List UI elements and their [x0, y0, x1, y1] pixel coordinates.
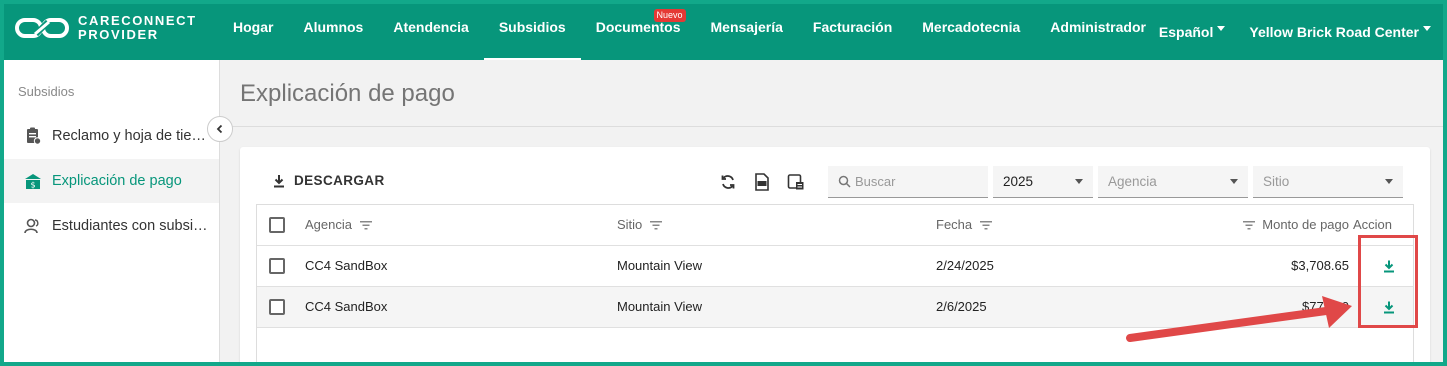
site-placeholder: Sitio — [1263, 174, 1290, 189]
divider — [221, 126, 1443, 127]
column-header-label: Monto de pago — [1262, 217, 1349, 232]
table-row: CC4 SandBox Mountain View 2/24/2025 $3,7… — [257, 246, 1413, 287]
center-label: Yellow Brick Road Center — [1249, 24, 1419, 40]
column-header-label: Fecha — [936, 217, 973, 232]
logo[interactable]: CARECONNECT PROVIDER — [14, 14, 197, 42]
nav-item-mensajeria[interactable]: Mensajería — [696, 4, 798, 60]
table-settings-icon — [787, 174, 804, 190]
refresh-button[interactable] — [718, 172, 738, 192]
logo-text: CARECONNECT PROVIDER — [78, 14, 197, 42]
cell-date: 2/6/2025 — [936, 299, 987, 314]
logo-line-1: CARECONNECT — [78, 13, 197, 28]
download-icon — [274, 174, 284, 187]
columns-button[interactable] — [786, 172, 806, 192]
cell-agency: CC4 SandBox — [305, 299, 388, 314]
app-window: CARECONNECT PROVIDER Hogar Alumnos Atend… — [4, 4, 1443, 362]
main-nav: Hogar Alumnos Atendencia Subsidios Docum… — [218, 4, 1161, 60]
chevron-down-icon — [1423, 25, 1431, 31]
sidebar-item-reclamo[interactable]: Reclamo y hoja de tie… — [4, 114, 219, 158]
cell-amount: $3,708.65 — [1291, 258, 1349, 273]
chevron-down-icon — [1385, 179, 1393, 184]
download-label: DESCARGAR — [294, 173, 385, 188]
nav-item-mercadotecnia[interactable]: Mercadotecnia — [907, 4, 1035, 60]
filter-icon — [1242, 221, 1255, 230]
search-icon — [838, 175, 851, 188]
language-label: Español — [1158, 24, 1214, 40]
sidebar-item-label: Explicación de pago — [52, 173, 182, 189]
new-badge: Nuevo — [653, 9, 686, 22]
export-csv-button[interactable] — [752, 172, 772, 192]
row-checkbox[interactable] — [269, 299, 285, 315]
students-icon — [24, 217, 42, 235]
search-field[interactable] — [828, 166, 988, 198]
nav-item-atendencia[interactable]: Atendencia — [378, 4, 483, 60]
logo-icon — [15, 18, 69, 38]
nav-item-alumnos[interactable]: Alumnos — [288, 4, 378, 60]
cell-date: 2/24/2025 — [936, 258, 994, 273]
top-navbar: CARECONNECT PROVIDER Hogar Alumnos Atend… — [4, 4, 1443, 60]
sidebar-item-estudiantes[interactable]: Estudiantes con subsi… — [4, 204, 219, 248]
year-select[interactable]: 2025 — [993, 166, 1093, 198]
sidebar-item-label: Estudiantes con subsi… — [52, 218, 208, 234]
chevron-down-icon — [1230, 179, 1238, 184]
agency-placeholder: Agencia — [1108, 174, 1157, 189]
highlight-box — [1358, 235, 1418, 328]
csv-file-icon — [755, 173, 769, 191]
cell-site: Mountain View — [617, 299, 703, 314]
column-header-site[interactable]: Sitio — [617, 205, 662, 245]
nav-item-hogar[interactable]: Hogar — [218, 4, 288, 60]
filter-icon — [979, 221, 992, 230]
sidebar: Subsidios Reclamo y hoja de tie… $ Expli… — [4, 60, 220, 362]
cell-agency: CC4 SandBox — [305, 258, 388, 273]
column-header-label: Sitio — [617, 217, 643, 232]
annotation-arrow-icon — [1126, 296, 1352, 342]
search-input[interactable] — [855, 174, 985, 189]
sidebar-item-label: Reclamo y hoja de tie… — [52, 128, 206, 144]
filter-icon — [359, 221, 372, 230]
page-title: Explicación de pago — [240, 80, 455, 107]
nav-item-administrador[interactable]: Administrador — [1035, 4, 1161, 60]
column-header-label: Agencia — [305, 217, 352, 232]
column-header-agency[interactable]: Agencia — [305, 205, 372, 245]
agency-select[interactable]: Agencia — [1098, 166, 1248, 198]
payment-icon: $ — [24, 172, 42, 190]
clipboard-icon — [24, 127, 42, 145]
chevron-down-icon — [1075, 179, 1083, 184]
center-dropdown[interactable]: Yellow Brick Road Center — [1237, 4, 1443, 60]
select-all-checkbox[interactable] — [269, 217, 285, 233]
collapse-sidebar-button[interactable] — [207, 116, 233, 142]
top-right-menus: Español Yellow Brick Road Center — [1147, 4, 1443, 60]
sidebar-item-explicacion[interactable]: $ Explicación de pago — [4, 159, 219, 203]
table-header-row: Agencia Sitio Fecha Monto de pago Accion — [257, 205, 1413, 246]
column-header-amount[interactable]: Monto de pago — [1242, 205, 1349, 245]
nav-item-documentos[interactable]: Documentos Nuevo — [581, 4, 696, 60]
language-dropdown[interactable]: Español — [1147, 4, 1237, 60]
nav-item-facturacion[interactable]: Facturación — [798, 4, 907, 60]
refresh-icon — [721, 175, 735, 189]
logo-line-2: PROVIDER — [78, 27, 159, 42]
chevron-left-icon — [216, 124, 223, 134]
svg-text:$: $ — [30, 181, 35, 190]
year-value: 2025 — [1003, 174, 1034, 189]
download-button[interactable]: DESCARGAR — [272, 173, 385, 188]
filter-icon — [649, 221, 662, 230]
cell-site: Mountain View — [617, 258, 703, 273]
site-select[interactable]: Sitio — [1253, 166, 1403, 198]
nav-item-subsidios[interactable]: Subsidios — [483, 4, 581, 60]
column-header-date[interactable]: Fecha — [936, 205, 992, 245]
chevron-down-icon — [1217, 25, 1226, 31]
row-checkbox[interactable] — [269, 258, 285, 274]
sidebar-title: Subsidios — [18, 84, 75, 99]
